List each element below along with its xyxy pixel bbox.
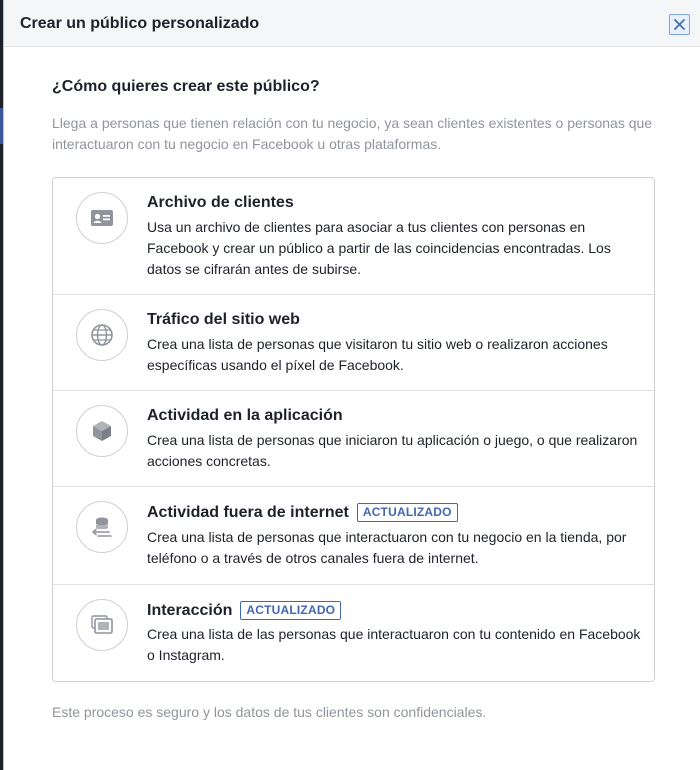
engagement-icon — [91, 615, 113, 634]
option-icon-circle — [76, 405, 128, 457]
contact-card-icon — [91, 210, 113, 226]
option-icon-circle — [76, 309, 128, 361]
option-description: Crea una lista de personas que visitaron… — [147, 336, 608, 373]
close-icon — [674, 19, 685, 30]
option-offline-activity[interactable]: Actividad fuera de internet ACTUALIZADO … — [53, 487, 654, 585]
updated-badge: ACTUALIZADO — [356, 503, 458, 522]
cube-icon — [93, 421, 111, 441]
option-title-text: Actividad fuera de internet — [147, 503, 349, 521]
question-heading: ¿Cómo quieres crear este público? — [52, 78, 320, 95]
option-description: Usa un archivo de clientes para asociar … — [147, 219, 611, 277]
dialog-title: Crear un público personalizado — [20, 15, 260, 32]
dialog-header: Crear un público personalizado — [4, 0, 700, 47]
audience-source-list: Archivo de clientes Usa un archivo de cl… — [52, 177, 655, 682]
option-title: Tráfico del sitio web — [147, 311, 300, 329]
option-description: Crea una lista de personas que iniciaron… — [147, 432, 638, 469]
option-customer-file[interactable]: Archivo de clientes Usa un archivo de cl… — [53, 178, 654, 295]
option-title-text: Actividad en la aplicación — [147, 407, 343, 424]
option-icon-circle — [76, 192, 128, 244]
option-title: Interacción ACTUALIZADO — [147, 601, 342, 620]
option-title: Actividad en la aplicación — [147, 407, 343, 425]
custom-audience-dialog: Crear un público personalizado ¿Cómo qui… — [3, 0, 700, 770]
option-title-text: Tráfico del sitio web — [147, 311, 300, 328]
option-app-activity[interactable]: Actividad en la aplicación Crea una list… — [53, 391, 654, 487]
option-title: Archivo de clientes — [147, 194, 294, 212]
intro-text: Llega a personas que tienen relación con… — [52, 115, 653, 152]
privacy-note: Este proceso es seguro y los datos de tu… — [52, 704, 487, 720]
option-title-text: Archivo de clientes — [147, 194, 294, 211]
offline-sync-icon — [92, 517, 112, 537]
option-description: Crea una lista de las personas que inter… — [147, 626, 641, 663]
option-description: Crea una lista de personas que interactu… — [147, 529, 627, 566]
close-button[interactable] — [669, 14, 690, 35]
option-icon-circle — [76, 599, 128, 651]
option-title-text: Interacción — [147, 601, 233, 619]
option-engagement[interactable]: Interacción ACTUALIZADO Crea una lista d… — [53, 585, 654, 681]
option-website-traffic[interactable]: Tráfico del sitio web Crea una lista de … — [53, 295, 654, 391]
option-icon-circle — [76, 501, 128, 553]
option-title: Actividad fuera de internet ACTUALIZADO — [147, 503, 458, 522]
updated-badge: ACTUALIZADO — [240, 601, 342, 620]
globe-icon — [91, 324, 113, 346]
